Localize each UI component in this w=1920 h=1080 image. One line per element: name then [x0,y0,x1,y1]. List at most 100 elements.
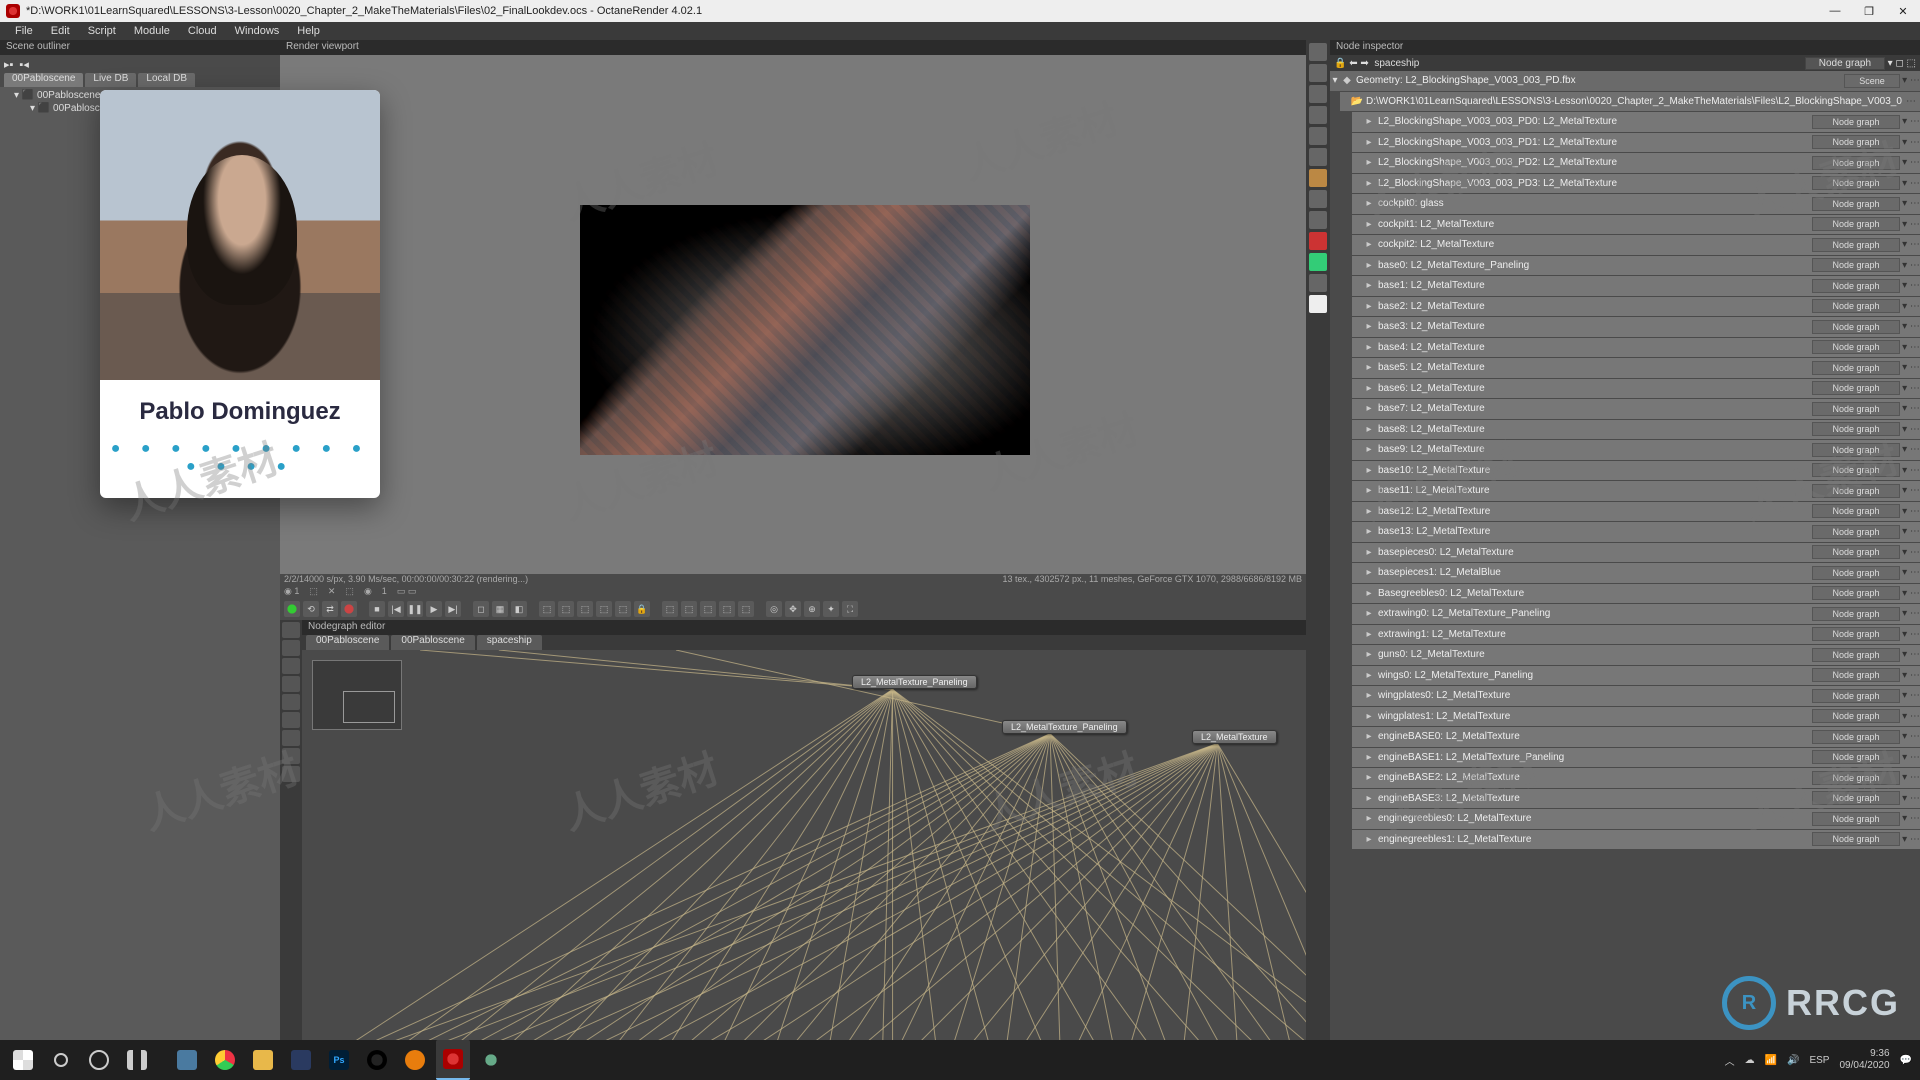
lock-icon[interactable]: 🔒 [634,601,650,617]
inspector-row[interactable]: ▸base11: L2_MetalTextureNode graph▾ ⋯ [1352,481,1920,501]
graph-node[interactable]: L2_MetalTexture_Paneling [1002,720,1127,734]
inspector-root[interactable]: spaceship [1374,58,1419,69]
window-minimize[interactable]: — [1818,0,1852,22]
rail-icon[interactable] [1309,169,1327,187]
inspector-row[interactable]: ▸base0: L2_MetalTexture_PanelingNode gra… [1352,256,1920,276]
ng-tab[interactable]: 00Pabloscene [306,635,389,650]
taskbar-app[interactable] [284,1043,318,1077]
toolbar-btn[interactable]: ⬚ [681,601,697,617]
render-stop-icon[interactable] [341,601,357,617]
inspector-row[interactable]: ▸base7: L2_MetalTextureNode graph▾ ⋯ [1352,399,1920,419]
toolbar-btn[interactable]: ⊕ [804,601,820,617]
outliner-expand-icon[interactable]: ▸▪ [4,58,13,71]
render-start-icon[interactable] [284,601,300,617]
outliner-collapse-icon[interactable]: ▪◂ [19,58,28,71]
toolbar-btn[interactable]: ◧ [511,601,527,617]
inspector-row[interactable]: ▸engineBASE3: L2_MetalTextureNode graph▾… [1352,789,1920,809]
outliner-tab-livedb[interactable]: Live DB [85,73,136,87]
inspector-row[interactable]: ▸base12: L2_MetalTextureNode graph▾ ⋯ [1352,502,1920,522]
render-viewport[interactable] [280,55,1306,574]
menu-script[interactable]: Script [79,25,125,37]
inspector-row[interactable]: ▸engineBASE1: L2_MetalTexture_PanelingNo… [1352,748,1920,768]
ng-tab[interactable]: 00Pabloscene [391,635,474,650]
outliner-tab-scene[interactable]: 00Pabloscene [4,73,83,87]
toolbar-btn[interactable]: ⬚ [539,601,555,617]
prev-icon[interactable]: |◀ [388,601,404,617]
tray-clock[interactable]: 9:36 09/04/2020 [1839,1048,1889,1072]
tray-lang[interactable]: ESP [1809,1055,1829,1066]
ng-tool[interactable] [282,712,300,728]
inspector-row[interactable]: ▸enginegreebles1: L2_MetalTextureNode gr… [1352,830,1920,850]
toolbar-btn[interactable]: ▦ [492,601,508,617]
inspector-row[interactable]: ▸basepieces0: L2_MetalTextureNode graph▾… [1352,543,1920,563]
toolbar-btn[interactable]: ⬚ [662,601,678,617]
inspector-row[interactable]: ▸guns0: L2_MetalTextureNode graph▾ ⋯ [1352,645,1920,665]
toolbar-btn[interactable]: ✦ [823,601,839,617]
ng-tool[interactable] [282,640,300,656]
inspector-row[interactable]: ▸base2: L2_MetalTextureNode graph▾ ⋯ [1352,297,1920,317]
inspector-row[interactable]: ▸L2_BlockingShape_V003_003_PD0: L2_Metal… [1352,112,1920,132]
ng-tool[interactable] [282,622,300,638]
cortana-icon[interactable] [82,1043,116,1077]
inspector-row[interactable]: ▸base8: L2_MetalTextureNode graph▾ ⋯ [1352,420,1920,440]
inspector-row[interactable]: ▸wingplates0: L2_MetalTextureNode graph▾… [1352,686,1920,706]
taskbar-app[interactable] [474,1043,508,1077]
inspector-row[interactable]: ▸engineBASE2: L2_MetalTextureNode graph▾… [1352,768,1920,788]
inspector-row[interactable]: ▸wingplates1: L2_MetalTextureNode graph▾… [1352,707,1920,727]
toolbar-btn[interactable]: ⬚ [719,601,735,617]
inspector-row[interactable]: ▸cockpit1: L2_MetalTextureNode graph▾ ⋯ [1352,215,1920,235]
inspector-row[interactable]: ▸base5: L2_MetalTextureNode graph▾ ⋯ [1352,358,1920,378]
ng-tool[interactable] [282,748,300,764]
taskbar-explorer[interactable] [246,1043,280,1077]
toolbar-btn[interactable]: ◻ [473,601,489,617]
rail-icon[interactable] [1309,295,1327,313]
menu-help[interactable]: Help [288,25,329,37]
toolbar-btn[interactable]: ⟲ [303,601,319,617]
taskview-icon[interactable] [120,1043,154,1077]
toolbar-btn[interactable]: ⬚ [596,601,612,617]
toolbar-btn[interactable]: ✥ [785,601,801,617]
nodegraph-canvas[interactable]: L2_MetalTexture_Paneling L2_MetalTexture_… [302,650,1306,1040]
inspector-row[interactable]: ▸engineBASE0: L2_MetalTextureNode graph▾… [1352,727,1920,747]
inspector-row[interactable]: ▸L2_BlockingShape_V003_003_PD2: L2_Metal… [1352,153,1920,173]
inspector-row[interactable]: ▸L2_BlockingShape_V003_003_PD1: L2_Metal… [1352,133,1920,153]
taskbar-photoshop[interactable]: Ps [322,1043,356,1077]
tray-cloud-icon[interactable]: ☁ [1745,1055,1755,1066]
toolbar-btn[interactable]: ⬚ [738,601,754,617]
rail-icon[interactable] [1309,85,1327,103]
inspector-row[interactable]: ▸base3: L2_MetalTextureNode graph▾ ⋯ [1352,317,1920,337]
rail-icon[interactable] [1309,64,1327,82]
start-button[interactable] [6,1043,40,1077]
ng-tool[interactable] [282,766,300,782]
rail-icon[interactable] [1309,106,1327,124]
play-icon[interactable]: ▶ [426,601,442,617]
rail-icon[interactable] [1309,232,1327,250]
inspector-row[interactable]: ▸wings0: L2_MetalTexture_PanelingNode gr… [1352,666,1920,686]
ng-tool[interactable] [282,676,300,692]
pause-icon[interactable]: ❚❚ [407,601,423,617]
rail-icon[interactable] [1309,211,1327,229]
inspector-row[interactable]: 📂 D:\WORK1\01LearnSquared\LESSONS\3-Less… [1340,92,1920,112]
ng-tool[interactable] [282,730,300,746]
inspector-row[interactable]: ▸enginegreebles0: L2_MetalTextureNode gr… [1352,809,1920,829]
next-icon[interactable]: ▶| [445,601,461,617]
inspector-row[interactable]: ▾◆ Geometry: L2_BlockingShape_V003_003_P… [1330,71,1920,91]
tray-volume-icon[interactable]: 🔊 [1787,1055,1799,1066]
menu-cloud[interactable]: Cloud [179,25,226,37]
stop-icon[interactable]: ■ [369,601,385,617]
toolbar-btn[interactable]: ◎ [766,601,782,617]
inspector-row[interactable]: ▸base10: L2_MetalTextureNode graph▾ ⋯ [1352,461,1920,481]
graph-node[interactable]: L2_MetalTexture [1192,730,1277,744]
toolbar-btn[interactable]: ⬚ [615,601,631,617]
taskbar-octane[interactable] [436,1040,470,1080]
fullscreen-icon[interactable]: ⛶ [842,601,858,617]
taskbar-app[interactable] [170,1043,204,1077]
toolbar-btn[interactable]: ⬚ [558,601,574,617]
rail-icon[interactable] [1309,148,1327,166]
window-maximize[interactable]: ❐ [1852,0,1886,22]
tray-wifi-icon[interactable]: 📶 [1765,1055,1777,1066]
graph-node[interactable]: L2_MetalTexture_Paneling [852,675,977,689]
inspector-row[interactable]: ▸base1: L2_MetalTextureNode graph▾ ⋯ [1352,276,1920,296]
inspector-row[interactable]: ▸Basegreebles0: L2_MetalTextureNode grap… [1352,584,1920,604]
inspector-row[interactable]: ▸cockpit2: L2_MetalTextureNode graph▾ ⋯ [1352,235,1920,255]
